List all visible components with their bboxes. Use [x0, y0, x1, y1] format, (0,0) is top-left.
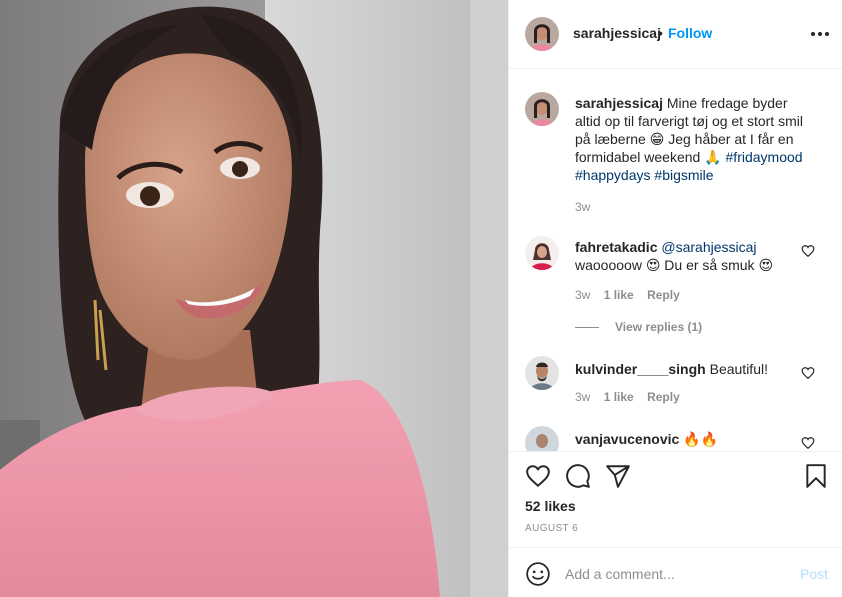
likes-count[interactable]: 52 likes [525, 498, 576, 514]
comments-list[interactable]: sarahjessicaj Mine fredage byder altid o… [509, 70, 842, 451]
post-button[interactable]: Post [800, 566, 828, 582]
comment-username[interactable]: kulvinder____singh [575, 361, 706, 377]
reply-button[interactable]: Reply [647, 288, 680, 302]
caption-meta: 3w [575, 200, 600, 214]
separator-dot: • [658, 25, 663, 41]
comment-text: vanjavucenovic 🔥🔥 [575, 430, 805, 448]
comment-body: Beautiful! [709, 361, 768, 377]
share-icon[interactable] [605, 463, 631, 489]
replies-divider [575, 327, 599, 329]
comment-meta: 3w 1 like Reply [575, 390, 690, 404]
comment-avatar[interactable] [525, 426, 559, 451]
comment-heart-icon[interactable] [801, 244, 815, 258]
view-replies-button[interactable]: View replies (1) [575, 320, 702, 334]
comment-avatar[interactable] [525, 236, 559, 270]
comment-item: kulvinder____singh Beautiful! 3w 1 like … [509, 352, 842, 412]
reply-button[interactable]: Reply [647, 390, 680, 404]
post-detail-panel: sarahjessicaj • Follow sarahjessicaj Min… [508, 0, 842, 597]
comment-username[interactable]: fahretakadic [575, 239, 657, 255]
comment-item: fahretakadic @sarahjessicaj waooooow 😍 D… [509, 230, 842, 350]
comment-body: 🔥🔥 [683, 431, 719, 447]
action-bar: 52 likes AUGUST 6 [509, 451, 842, 547]
comment-text: kulvinder____singh Beautiful! [575, 360, 805, 378]
author-avatar[interactable] [525, 17, 559, 51]
author-username[interactable]: sarahjessicaj [573, 25, 661, 41]
post-photo[interactable] [0, 0, 508, 597]
hashtag-happydays[interactable]: #happydays [575, 167, 651, 183]
view-replies-label: View replies (1) [615, 320, 703, 334]
comment-heart-icon[interactable] [801, 436, 815, 450]
comment-text: fahretakadic @sarahjessicaj waooooow 😍 D… [575, 238, 805, 274]
comment-time[interactable]: 3w [575, 288, 590, 302]
comment-meta: 3w 1 like Reply [575, 288, 690, 302]
post-header: sarahjessicaj • Follow [509, 0, 842, 69]
bookmark-icon[interactable] [803, 463, 829, 489]
comment-icon[interactable] [565, 463, 591, 489]
selfie-image [0, 0, 508, 597]
hashtag-bigsmile[interactable]: #bigsmile [654, 167, 713, 183]
comment-likes[interactable]: 1 like [604, 288, 634, 302]
caption-avatar[interactable] [525, 92, 559, 126]
post-date[interactable]: AUGUST 6 [525, 523, 578, 534]
more-horizontal-icon[interactable] [809, 25, 831, 43]
comment-body: waooooow 😍 Du er så smuk 😍 [575, 257, 774, 273]
comment-mention[interactable]: @sarahjessicaj [661, 239, 756, 255]
caption-username[interactable]: sarahjessicaj [575, 95, 663, 111]
hashtag-fridaymood[interactable]: #fridaymood [726, 149, 803, 165]
comment-heart-icon[interactable] [801, 366, 815, 380]
heart-icon[interactable] [525, 463, 551, 489]
comment-composer: Post [509, 547, 842, 597]
caption-time[interactable]: 3w [575, 200, 590, 214]
follow-button[interactable]: Follow [668, 25, 712, 41]
emoji-icon[interactable] [525, 561, 551, 587]
comment-time[interactable]: 3w [575, 390, 590, 404]
comment-likes[interactable]: 1 like [604, 390, 634, 404]
caption: sarahjessicaj Mine fredage byder altid o… [509, 86, 842, 216]
comment-username[interactable]: vanjavucenovic [575, 431, 679, 447]
caption-text: sarahjessicaj Mine fredage byder altid o… [575, 94, 815, 184]
comment-item: vanjavucenovic 🔥🔥 [509, 422, 842, 451]
comment-input[interactable] [565, 563, 785, 585]
comment-avatar[interactable] [525, 356, 559, 390]
